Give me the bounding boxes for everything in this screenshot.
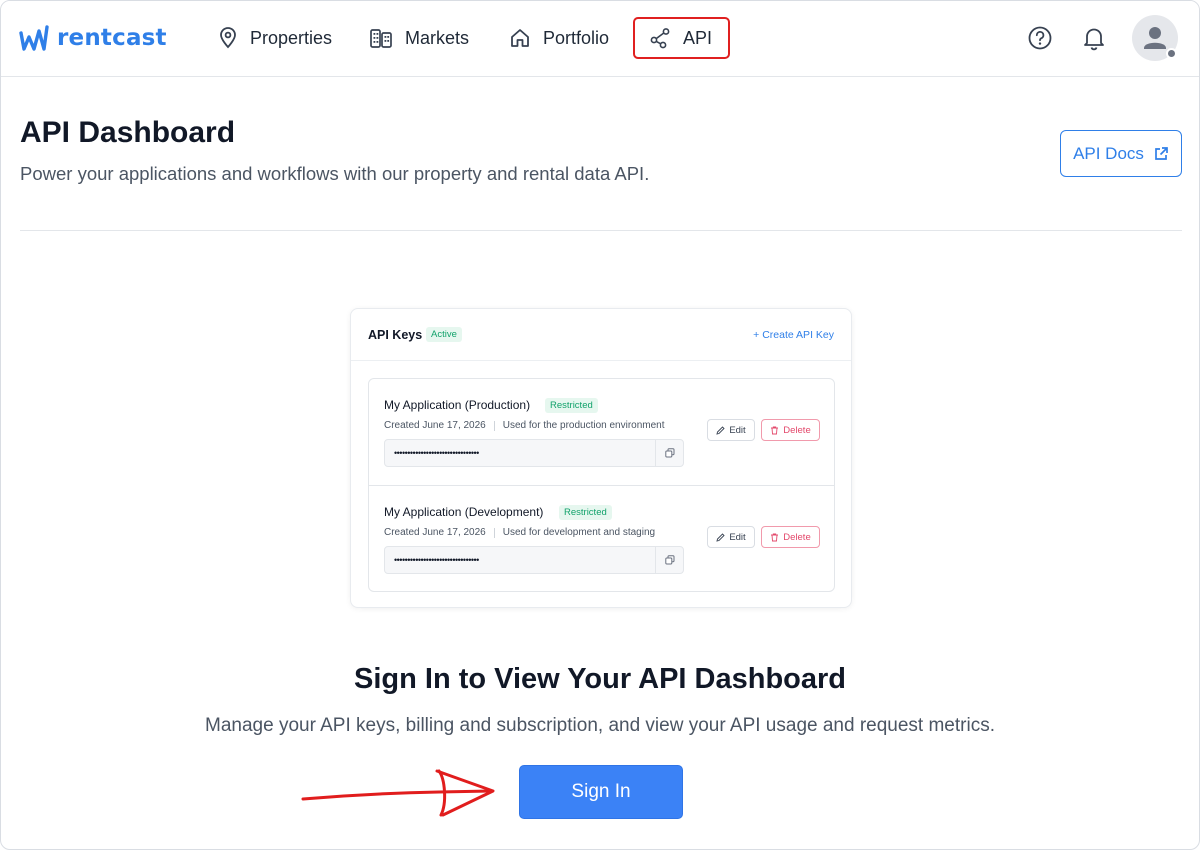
api-keys-title: API Keys: [368, 328, 423, 342]
copy-icon: [664, 448, 674, 458]
signin-description: Manage your API keys, billing and subscr…: [205, 715, 995, 736]
meta-separator: [493, 420, 495, 431]
nav-api-label: API: [683, 27, 713, 48]
app-window: rentcast Properties Markets Portfolio AP…: [0, 0, 1200, 850]
api-key-meta: Created June 17, 2026 Used for developme…: [384, 527, 655, 538]
page-title: API Dashboard: [20, 116, 236, 149]
api-key-row: My Application (Development) Restricted …: [369, 485, 834, 591]
masked-key: ••••••••••••••••••••••••••••••••: [394, 555, 479, 565]
api-key-name: My Application (Production): [384, 398, 531, 412]
page-subtitle: Power your applications and workflows wi…: [20, 163, 650, 184]
signin-heading: Sign In to View Your API Dashboard: [354, 663, 846, 695]
api-key-row: My Application (Production) Restricted C…: [369, 379, 834, 485]
api-keys-preview-card: API Keys + Create API Key My Application…: [350, 308, 852, 608]
api-key-name: My Application (Development): [384, 505, 544, 519]
trash-icon: [771, 426, 779, 434]
edit-label: Edit: [729, 424, 746, 436]
api-key-description: Used for the production environment: [502, 420, 665, 431]
home-icon: [511, 29, 529, 47]
brand-name: rentcast: [57, 25, 167, 51]
api-keys-list: My Application (Production) Restricted C…: [368, 378, 835, 592]
external-link-icon: [1155, 146, 1168, 160]
delete-label: Delete: [783, 424, 811, 436]
delete-label: Delete: [783, 531, 811, 543]
nav-properties-label: Properties: [250, 27, 333, 48]
edit-key-button[interactable]: Edit: [707, 526, 755, 548]
pencil-icon: [716, 425, 725, 435]
delete-key-button[interactable]: Delete: [761, 419, 820, 441]
nav-markets-label: Markets: [405, 27, 470, 48]
sign-in-label: Sign In: [571, 781, 631, 802]
copy-key-button[interactable]: [655, 547, 683, 573]
api-docs-button[interactable]: API Docs: [1060, 130, 1182, 177]
rentcast-logo-icon: [19, 25, 49, 51]
trash-icon: [771, 533, 779, 541]
api-key-created: Created June 17, 2026: [384, 527, 486, 538]
create-api-key-link[interactable]: + Create API Key: [753, 329, 834, 341]
pencil-icon: [716, 532, 725, 542]
api-key-description: Used for development and staging: [502, 527, 656, 538]
restricted-badge: Restricted: [545, 398, 598, 413]
active-badge: Active: [426, 327, 462, 342]
restricted-badge: Restricted: [559, 505, 612, 520]
brand-logo[interactable]: rentcast: [19, 23, 167, 53]
meta-separator: [493, 527, 495, 538]
sign-in-button[interactable]: Sign In: [519, 765, 683, 819]
bell-icon[interactable]: [1081, 25, 1107, 51]
user-avatar[interactable]: [1132, 15, 1178, 61]
api-docs-label: API Docs: [1073, 143, 1144, 163]
copy-key-button[interactable]: [655, 440, 683, 466]
nav-markets[interactable]: Markets: [369, 17, 469, 59]
status-indicator: [1166, 48, 1177, 59]
help-circle-icon[interactable]: [1027, 25, 1053, 51]
nav-api[interactable]: API: [633, 17, 731, 59]
api-key-field: ••••••••••••••••••••••••••••••••: [384, 439, 684, 467]
api-key-field: ••••••••••••••••••••••••••••••••: [384, 546, 684, 574]
copy-icon: [664, 555, 674, 565]
masked-key: ••••••••••••••••••••••••••••••••: [394, 448, 479, 458]
edit-key-button[interactable]: Edit: [707, 419, 755, 441]
nav-portfolio-label: Portfolio: [543, 27, 610, 48]
api-key-created: Created June 17, 2026: [384, 420, 486, 431]
api-key-meta: Created June 17, 2026 Used for the produ…: [384, 420, 665, 431]
delete-key-button[interactable]: Delete: [761, 526, 820, 548]
section-divider: [20, 230, 1182, 231]
red-arrow-annotation-icon: [301, 769, 495, 817]
top-nav-bar: rentcast Properties Markets Portfolio AP…: [1, 1, 1199, 77]
nav-portfolio[interactable]: Portfolio: [509, 17, 609, 59]
nav-properties[interactable]: Properties: [218, 17, 332, 59]
share-nodes-icon: [650, 28, 670, 49]
buildings-icon: [370, 29, 392, 48]
map-pin-icon: [220, 27, 236, 49]
edit-label: Edit: [729, 531, 746, 543]
